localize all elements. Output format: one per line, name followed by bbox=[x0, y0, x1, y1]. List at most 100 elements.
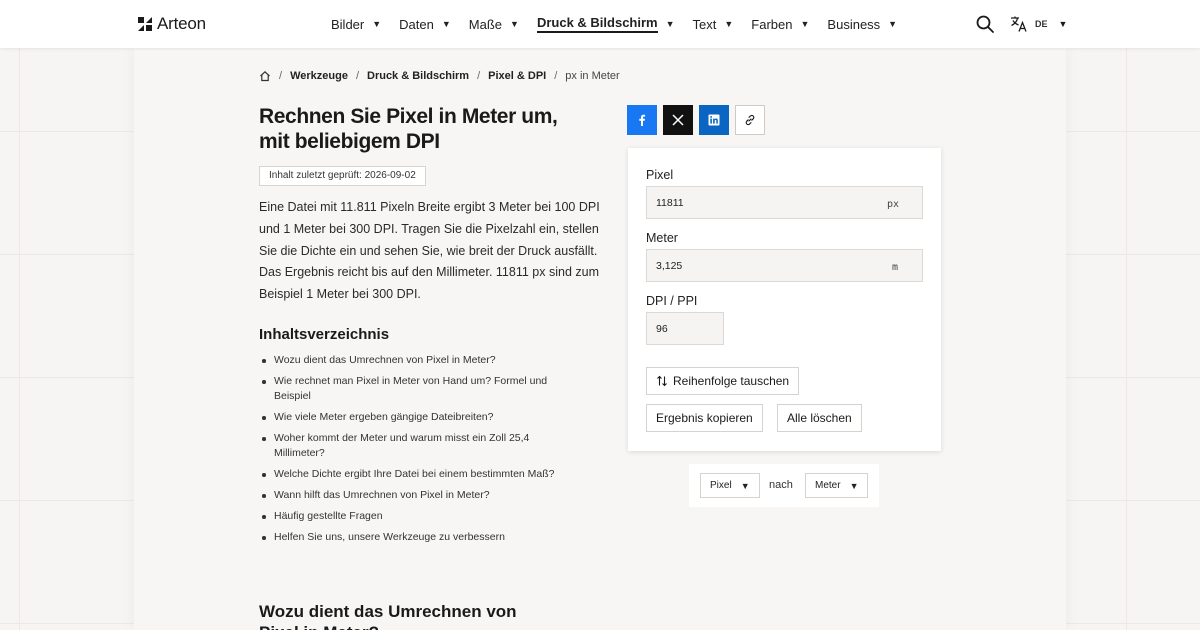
nav-item-business[interactable]: Business ▼ bbox=[827, 17, 897, 32]
toc-item: Welche Dichte ergibt Ihre Datei bei eine… bbox=[259, 467, 559, 482]
dpi-value: 96 bbox=[656, 323, 668, 335]
pixel-unit: px bbox=[887, 199, 900, 210]
nav-item-label: Business bbox=[827, 16, 881, 32]
caret-down-icon: ▼ bbox=[800, 19, 810, 29]
copy-link-button[interactable] bbox=[735, 105, 765, 135]
to-unit-select[interactable]: Meter ▼ bbox=[805, 473, 869, 498]
x-icon bbox=[672, 114, 684, 126]
breadcrumb: / Werkzeuge / Druck & Bildschirm / Pixel… bbox=[259, 69, 620, 83]
search-button[interactable] bbox=[975, 14, 995, 34]
dpi-label: DPI / PPI bbox=[646, 294, 698, 308]
swap-order-button[interactable]: Reihenfolge tauschen bbox=[646, 367, 800, 395]
toc-item: Woher kommt der Meter und warum misst ei… bbox=[259, 431, 559, 461]
nav-item-bilder[interactable]: Bilder ▼ bbox=[331, 17, 381, 32]
search-icon bbox=[976, 15, 994, 33]
share-x-button[interactable] bbox=[663, 105, 693, 135]
toc-link[interactable]: Wie rechnet man Pixel in Meter von Hand … bbox=[274, 375, 547, 402]
caret-down-icon: ▼ bbox=[665, 19, 675, 29]
toc-item: Wie viele Meter ergeben gängige Dateibre… bbox=[259, 410, 559, 425]
breadcrumb-separator: / bbox=[554, 70, 558, 82]
toc-item: Häufig gestellte Fragen bbox=[259, 509, 559, 524]
meter-value: 3,125 bbox=[656, 260, 683, 272]
clear-all-button[interactable]: Alle löschen bbox=[777, 404, 862, 432]
swap-order-label: Reihenfolge tauschen bbox=[673, 374, 790, 388]
converter-panel: Pixel 11811 px Meter 3,125 m DPI / PPI 9… bbox=[628, 148, 941, 451]
pixel-label: Pixel bbox=[646, 168, 674, 182]
toc-link[interactable]: Wozu dient das Umrechnen von Pixel in Me… bbox=[274, 354, 496, 366]
home-icon[interactable] bbox=[259, 70, 271, 82]
caret-down-icon: ▼ bbox=[849, 480, 859, 491]
copy-result-button[interactable]: Ergebnis kopieren bbox=[646, 404, 763, 432]
breadcrumb-current: px in Meter bbox=[565, 70, 620, 82]
caret-down-icon: ▼ bbox=[1058, 19, 1068, 29]
page-title: Rechnen Sie Pixel in Meter um, mit belie… bbox=[259, 105, 558, 153]
meter-unit: m bbox=[892, 262, 899, 273]
clear-all-label: Alle löschen bbox=[787, 411, 852, 425]
caret-down-icon: ▼ bbox=[888, 19, 898, 29]
toc-item: Wozu dient das Umrechnen von Pixel in Me… bbox=[259, 353, 559, 368]
unit-switch: Pixel ▼ nach Meter ▼ bbox=[689, 464, 879, 507]
toc-item: Wann hilft das Umrechnen von Pixel in Me… bbox=[259, 488, 559, 503]
from-unit-value: Pixel bbox=[710, 480, 732, 491]
logo-icon bbox=[138, 17, 152, 31]
nav-item-label: Farben bbox=[751, 16, 793, 32]
translate-icon bbox=[1011, 16, 1027, 32]
unit-connector: nach bbox=[769, 479, 793, 491]
pixel-input[interactable]: 11811 px bbox=[646, 186, 923, 219]
breadcrumb-link-werkzeuge[interactable]: Werkzeuge bbox=[290, 70, 348, 82]
nav-item-farben[interactable]: Farben ▼ bbox=[751, 17, 809, 32]
share-facebook-button[interactable] bbox=[627, 105, 657, 135]
share-bar bbox=[627, 105, 765, 135]
toc-title: Inhaltsverzeichnis bbox=[259, 326, 390, 343]
to-unit-value: Meter bbox=[815, 480, 841, 491]
pixel-value: 11811 bbox=[656, 197, 684, 209]
section-heading: Wozu dient das Umrechnen von Pixel in Me… bbox=[259, 602, 517, 630]
meter-input[interactable]: 3,125 m bbox=[646, 249, 923, 282]
nav-item-label: Text bbox=[692, 16, 717, 32]
logo[interactable]: Arteon bbox=[137, 14, 206, 34]
caret-down-icon: ▼ bbox=[740, 480, 750, 491]
swap-icon bbox=[657, 375, 667, 387]
nav-item-daten[interactable]: Daten ▼ bbox=[399, 17, 451, 32]
breadcrumb-link-druck-bildschirm[interactable]: Druck & Bildschirm bbox=[367, 70, 469, 82]
caret-down-icon: ▼ bbox=[510, 19, 519, 29]
nav-item-druck-bildschirm[interactable]: Druck & Bildschirm ▼ bbox=[536, 15, 675, 33]
toc-link[interactable]: Helfen Sie uns, unsere Werkzeuge zu verb… bbox=[274, 531, 505, 543]
last-reviewed-badge: Inhalt zuletzt geprüft: 2026-09-02 bbox=[259, 166, 426, 186]
nav-item-label: Daten bbox=[399, 16, 434, 32]
breadcrumb-separator: / bbox=[355, 70, 359, 82]
facebook-icon bbox=[639, 114, 646, 126]
caret-down-icon: ▼ bbox=[372, 19, 382, 29]
breadcrumb-separator: / bbox=[279, 70, 283, 82]
caret-down-icon: ▼ bbox=[441, 19, 451, 29]
from-unit-select[interactable]: Pixel ▼ bbox=[700, 473, 760, 498]
toc-link[interactable]: Welche Dichte ergibt Ihre Datei bei eine… bbox=[274, 468, 555, 480]
table-of-contents: Wozu dient das Umrechnen von Pixel in Me… bbox=[259, 353, 559, 551]
toc-item: Wie rechnet man Pixel in Meter von Hand … bbox=[259, 374, 559, 404]
main-nav: Bilder ▼ Daten ▼ Maße ▼ Druck & Bildschi… bbox=[331, 0, 915, 48]
linkedin-icon bbox=[708, 114, 720, 126]
nav-item-masse[interactable]: Maße ▼ bbox=[469, 17, 519, 32]
share-linkedin-button[interactable] bbox=[699, 105, 729, 135]
breadcrumb-separator: / bbox=[477, 70, 481, 82]
link-icon bbox=[745, 114, 755, 126]
top-navigation-bar: Arteon Bilder ▼ Daten ▼ Maße ▼ Druck & B… bbox=[0, 0, 1200, 48]
logo-text: Arteon bbox=[157, 14, 206, 33]
copy-result-label: Ergebnis kopieren bbox=[656, 411, 753, 425]
language-selector[interactable]: DE ▼ bbox=[1010, 15, 1067, 33]
toc-link[interactable]: Wie viele Meter ergeben gängige Dateibre… bbox=[274, 411, 493, 423]
dpi-input[interactable]: 96 bbox=[646, 312, 724, 345]
language-code: DE bbox=[1035, 19, 1048, 29]
nav-item-text[interactable]: Text ▼ bbox=[693, 17, 734, 32]
breadcrumb-link-pixel-dpi[interactable]: Pixel & DPI bbox=[488, 70, 546, 82]
nav-item-label: Bilder bbox=[331, 16, 365, 32]
nav-item-label: Maße bbox=[468, 16, 503, 32]
toc-link[interactable]: Häufig gestellte Fragen bbox=[274, 510, 383, 522]
nav-item-label: Druck & Bildschirm bbox=[536, 15, 658, 33]
toc-link[interactable]: Wann hilft das Umrechnen von Pixel in Me… bbox=[274, 489, 490, 501]
caret-down-icon: ▼ bbox=[724, 19, 734, 29]
intro-paragraph: Eine Datei mit 11.811 Pixeln Breite ergi… bbox=[259, 200, 600, 302]
toc-item: Helfen Sie uns, unsere Werkzeuge zu verb… bbox=[259, 530, 559, 545]
toc-link[interactable]: Woher kommt der Meter und warum misst ei… bbox=[274, 432, 529, 459]
meter-label: Meter bbox=[646, 231, 678, 245]
